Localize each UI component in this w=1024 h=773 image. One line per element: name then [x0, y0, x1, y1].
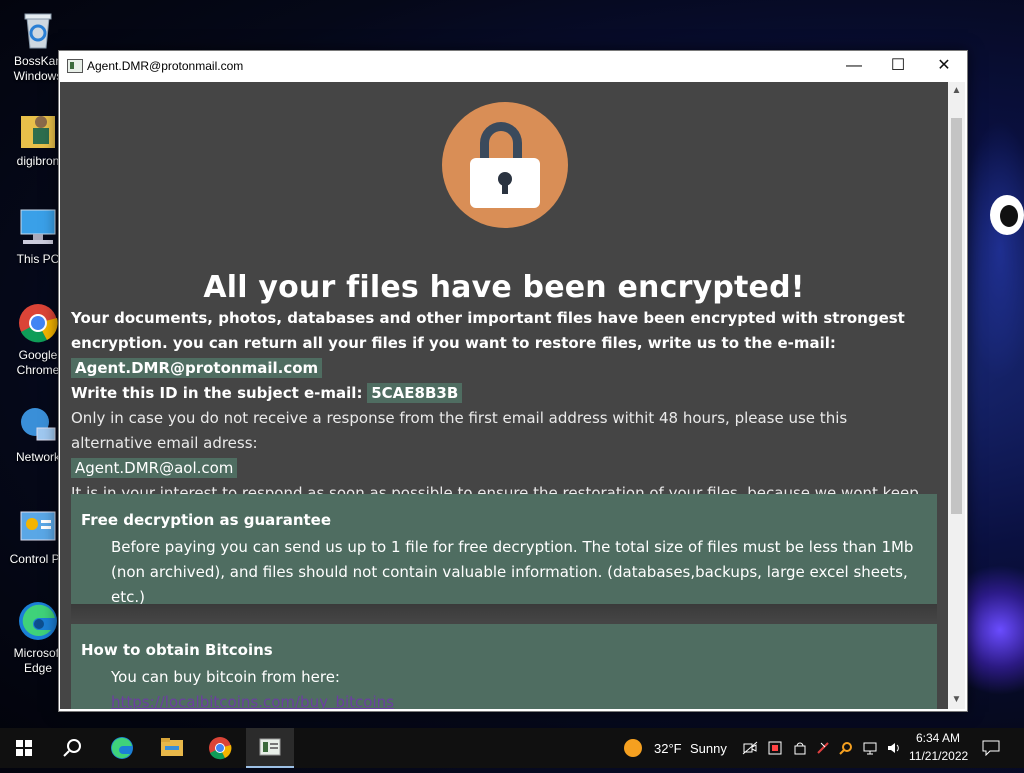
app-tray-icon[interactable]	[767, 740, 783, 756]
scroll-thumb[interactable]	[951, 118, 962, 514]
windows-logo-icon	[16, 740, 32, 756]
id-label: Write this ID in the subject e-mail:	[71, 384, 363, 402]
vertical-scrollbar[interactable]: ▲ ▼	[948, 82, 965, 709]
weather-condition[interactable]: Sunny	[690, 741, 727, 756]
window-titlebar[interactable]: Agent.DMR@protonmail.com — ☐ ✕	[59, 51, 967, 81]
keyhole-icon-stem	[502, 182, 508, 194]
notification-icon[interactable]	[982, 740, 1000, 756]
section-divider	[71, 604, 937, 622]
maximize-button[interactable]: ☐	[875, 51, 921, 81]
computer-icon	[17, 206, 59, 248]
app-icon	[67, 59, 83, 73]
network-icon[interactable]	[862, 740, 878, 756]
start-button[interactable]	[0, 728, 48, 768]
wallpaper-character-pupil	[1000, 205, 1018, 227]
ransom-window: Agent.DMR@protonmail.com — ☐ ✕ All your …	[58, 50, 968, 712]
user-folder-icon	[17, 108, 59, 150]
chrome-icon	[209, 737, 232, 760]
page-title: All your files have been encrypted!	[203, 270, 805, 305]
scroll-up-icon[interactable]: ▲	[948, 82, 965, 100]
close-button[interactable]: ✕	[921, 51, 967, 81]
volume-icon[interactable]	[886, 740, 902, 756]
weather-temperature[interactable]: 32°F	[654, 741, 682, 756]
window-title: Agent.DMR@protonmail.com	[87, 59, 244, 73]
taskbar-ransom-app[interactable]	[246, 728, 294, 768]
clock-time[interactable]: 6:34 AM	[916, 731, 960, 745]
taskbar: 32°F Sunny 6:34 AM 11/21/2022	[0, 728, 1024, 768]
security-icon[interactable]	[792, 740, 808, 756]
network-icon	[17, 404, 59, 446]
wallpaper-glow-top	[960, 120, 1024, 380]
free-decryption-section: Free decryption as guarantee Before payi…	[71, 494, 937, 606]
folder-icon	[161, 738, 183, 756]
edge-icon	[17, 600, 59, 642]
search-tray-icon[interactable]	[838, 740, 854, 756]
taskbar-file-explorer[interactable]	[148, 728, 196, 768]
chrome-icon	[17, 302, 59, 344]
recycle-bin-icon	[17, 8, 59, 50]
victim-id[interactable]: 5CAE8B3B	[367, 383, 463, 403]
section-title: How to obtain Bitcoins	[81, 641, 273, 659]
meet-now-icon[interactable]	[742, 740, 758, 756]
search-icon	[63, 739, 81, 757]
weather-icon[interactable]	[618, 728, 648, 768]
control-panel-icon	[17, 506, 59, 548]
section-text: Before paying you can send us up to 1 fi…	[111, 538, 914, 606]
bitcoin-section: How to obtain Bitcoins You can buy bitco…	[71, 624, 937, 709]
minimize-button[interactable]: —	[831, 51, 877, 81]
tray-tool-icon[interactable]	[815, 740, 831, 756]
clock-date[interactable]: 11/21/2022	[909, 749, 968, 763]
alternative-email-text: Only in case you do not receive a respon…	[71, 409, 848, 452]
section-text: You can buy bitcoin from here:	[111, 668, 340, 686]
edge-icon	[111, 737, 133, 759]
section-title: Free decryption as guarantee	[81, 511, 332, 529]
app-window-icon	[259, 738, 281, 756]
scroll-down-icon[interactable]: ▼	[948, 691, 965, 709]
taskbar-chrome[interactable]	[196, 728, 244, 768]
taskbar-edge[interactable]	[98, 728, 146, 768]
search-button[interactable]	[48, 728, 96, 768]
intro-text: Your documents, photos, databases and ot…	[71, 309, 905, 352]
ransom-note-content[interactable]: All your files have been encrypted! Your…	[60, 82, 948, 709]
alternative-email[interactable]: Agent.DMR@aol.com	[71, 458, 238, 478]
bitcoin-link[interactable]: https://localbitcoins.com/buy_bitcoins	[111, 690, 923, 709]
primary-email[interactable]: Agent.DMR@protonmail.com	[71, 358, 323, 378]
